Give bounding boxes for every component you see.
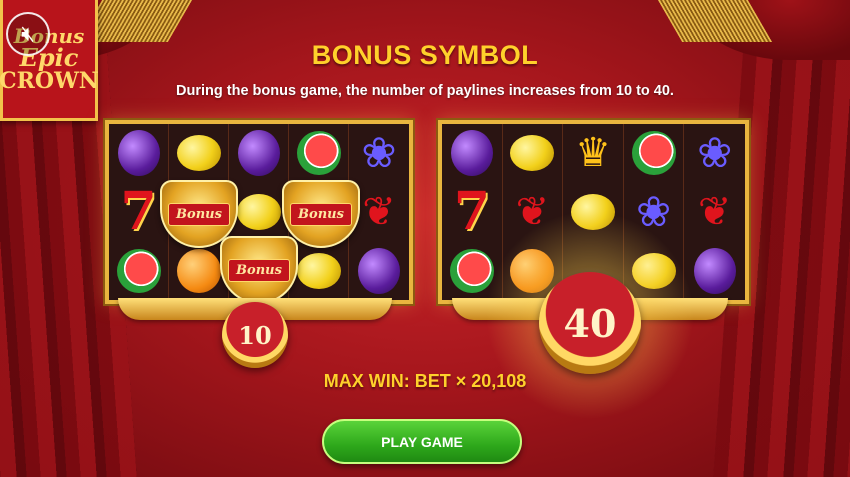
reel-cell xyxy=(229,182,289,242)
seven-icon: 7 xyxy=(120,180,157,242)
reel-cell xyxy=(442,124,503,183)
grape-icon: ❀ xyxy=(697,129,733,177)
max-win-text: MAX WIN: BET × 20,108 xyxy=(323,371,527,391)
orange-icon xyxy=(510,248,555,293)
orange-icon xyxy=(176,248,221,293)
grape-icon: ❀ xyxy=(635,187,672,235)
cherry-icon: ❦ xyxy=(362,189,396,234)
reel-cell xyxy=(624,124,685,183)
lemon-icon xyxy=(570,193,615,230)
reel-cell xyxy=(289,124,349,183)
reel-cell xyxy=(109,241,169,300)
reel-cell: ❀ xyxy=(624,182,685,242)
bonus-symbol-label: Bonus xyxy=(168,202,230,226)
reel-cell: ❀ xyxy=(349,124,409,183)
seven-icon: 7 xyxy=(453,180,490,242)
reel-cell: ❦ xyxy=(503,182,564,242)
paylines-coin-40: 40 xyxy=(539,272,641,374)
watermelon-icon xyxy=(116,248,161,293)
plum-icon xyxy=(693,247,736,294)
cherry-icon: ❦ xyxy=(515,189,550,234)
reel-cell xyxy=(684,241,745,300)
reel-cell xyxy=(289,241,349,300)
reel-cell xyxy=(624,241,685,300)
lemon-icon xyxy=(296,252,341,289)
reel-cell: 7 xyxy=(442,180,503,242)
plum-icon xyxy=(237,130,280,177)
bonus-symbol-label: Bonus xyxy=(228,258,290,282)
watermelon-icon xyxy=(449,248,494,293)
plum-icon xyxy=(358,247,400,294)
lemon-icon xyxy=(176,135,221,172)
lemon-icon xyxy=(236,193,281,230)
lemon-icon xyxy=(510,135,555,172)
page-title: BONUS SYMBOL xyxy=(311,40,539,70)
reel-cell xyxy=(169,124,229,183)
reel-cell: ♛ xyxy=(563,124,624,183)
reel-cell: ❦ xyxy=(684,183,745,242)
watermelon-icon xyxy=(296,131,341,176)
paylines-coin-10: 10 xyxy=(222,302,288,368)
bonus-symbol-label: Bonus xyxy=(290,202,352,226)
reel-cell xyxy=(503,124,564,183)
play-game-button[interactable]: PLAY GAME xyxy=(322,419,522,464)
description-text: During the bonus game, the number of pay… xyxy=(176,83,674,99)
watermelon-icon xyxy=(631,131,676,176)
lemon-icon xyxy=(631,252,676,289)
cherry-icon: ❦ xyxy=(697,189,732,234)
reel-cell xyxy=(229,124,289,183)
reel-cell xyxy=(442,241,503,300)
reel-cell xyxy=(349,241,409,300)
crown-icon: ♛ xyxy=(575,131,611,176)
plum-icon xyxy=(117,130,160,177)
reel-cell: ❀ xyxy=(684,124,745,183)
reel-cell xyxy=(109,124,169,183)
plum-icon xyxy=(450,130,493,177)
reel-cell xyxy=(563,182,624,242)
grape-icon: ❀ xyxy=(361,129,397,177)
